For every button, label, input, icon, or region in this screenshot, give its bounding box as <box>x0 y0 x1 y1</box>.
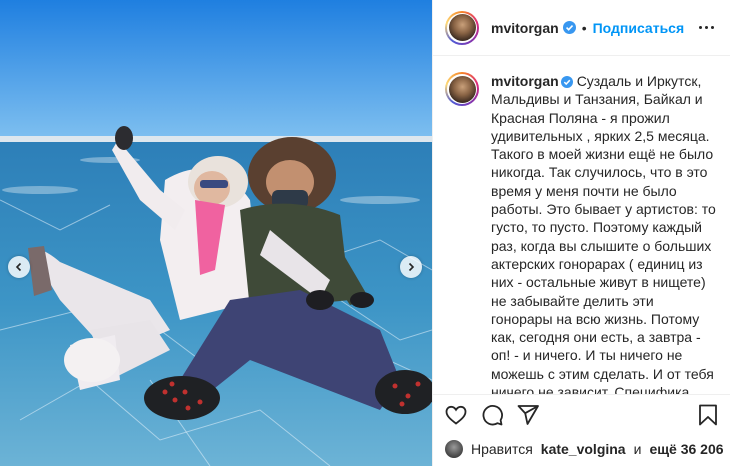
bookmark-icon <box>699 404 717 425</box>
post-photo[interactable] <box>0 0 432 466</box>
likes-conj: и <box>633 441 642 457</box>
liker-username[interactable]: kate_volgina <box>541 441 626 457</box>
share-button[interactable] <box>513 400 543 430</box>
avatar-photo <box>448 14 476 41</box>
carousel-prev-button[interactable] <box>8 256 30 278</box>
avatar[interactable] <box>445 10 479 45</box>
caption-body: Суздаль и Иркутск, Мальдивы и Танзания, … <box>491 73 716 394</box>
post-header: mvitorgan • Подписаться <box>433 0 730 56</box>
like-button[interactable] <box>441 400 471 430</box>
caption: mvitorgan Суздаль и Иркутск, Мальдивы и Т… <box>445 72 719 394</box>
comment-icon <box>482 404 503 425</box>
share-icon <box>517 404 539 425</box>
more-options-icon <box>699 26 702 29</box>
likes-prefix: Нравится <box>471 441 533 457</box>
chevron-right-icon <box>408 262 415 272</box>
caption-text: mvitorgan Суздаль и Иркутск, Мальдивы и Т… <box>491 72 719 394</box>
separator-dot: • <box>581 19 587 36</box>
verified-badge-icon <box>560 76 573 88</box>
more-options-button[interactable] <box>695 22 718 33</box>
carousel-next-button[interactable] <box>400 256 422 278</box>
heart-icon <box>445 405 467 425</box>
post-details-panel: mvitorgan • Подписаться mvitorgan Суздаль… <box>432 0 730 466</box>
chevron-left-icon <box>15 262 22 272</box>
likes-summary: Нравится kate_volgina и ещё 36 206 <box>445 436 724 462</box>
caption-username[interactable]: mvitorgan <box>491 73 559 89</box>
header-username[interactable]: mvitorgan <box>491 20 559 36</box>
caption-avatar[interactable] <box>445 72 479 106</box>
comment-button[interactable] <box>477 400 507 430</box>
save-button[interactable] <box>693 400 723 430</box>
verified-badge-icon <box>562 21 576 34</box>
likes-count[interactable]: ещё 36 206 <box>649 441 723 457</box>
liker-avatar[interactable] <box>445 440 463 458</box>
photo-canvas <box>0 0 432 466</box>
follow-button[interactable]: Подписаться <box>593 20 685 36</box>
comments-area[interactable]: mvitorgan Суздаль и Иркутск, Мальдивы и Т… <box>433 56 730 394</box>
action-bar <box>433 394 730 434</box>
